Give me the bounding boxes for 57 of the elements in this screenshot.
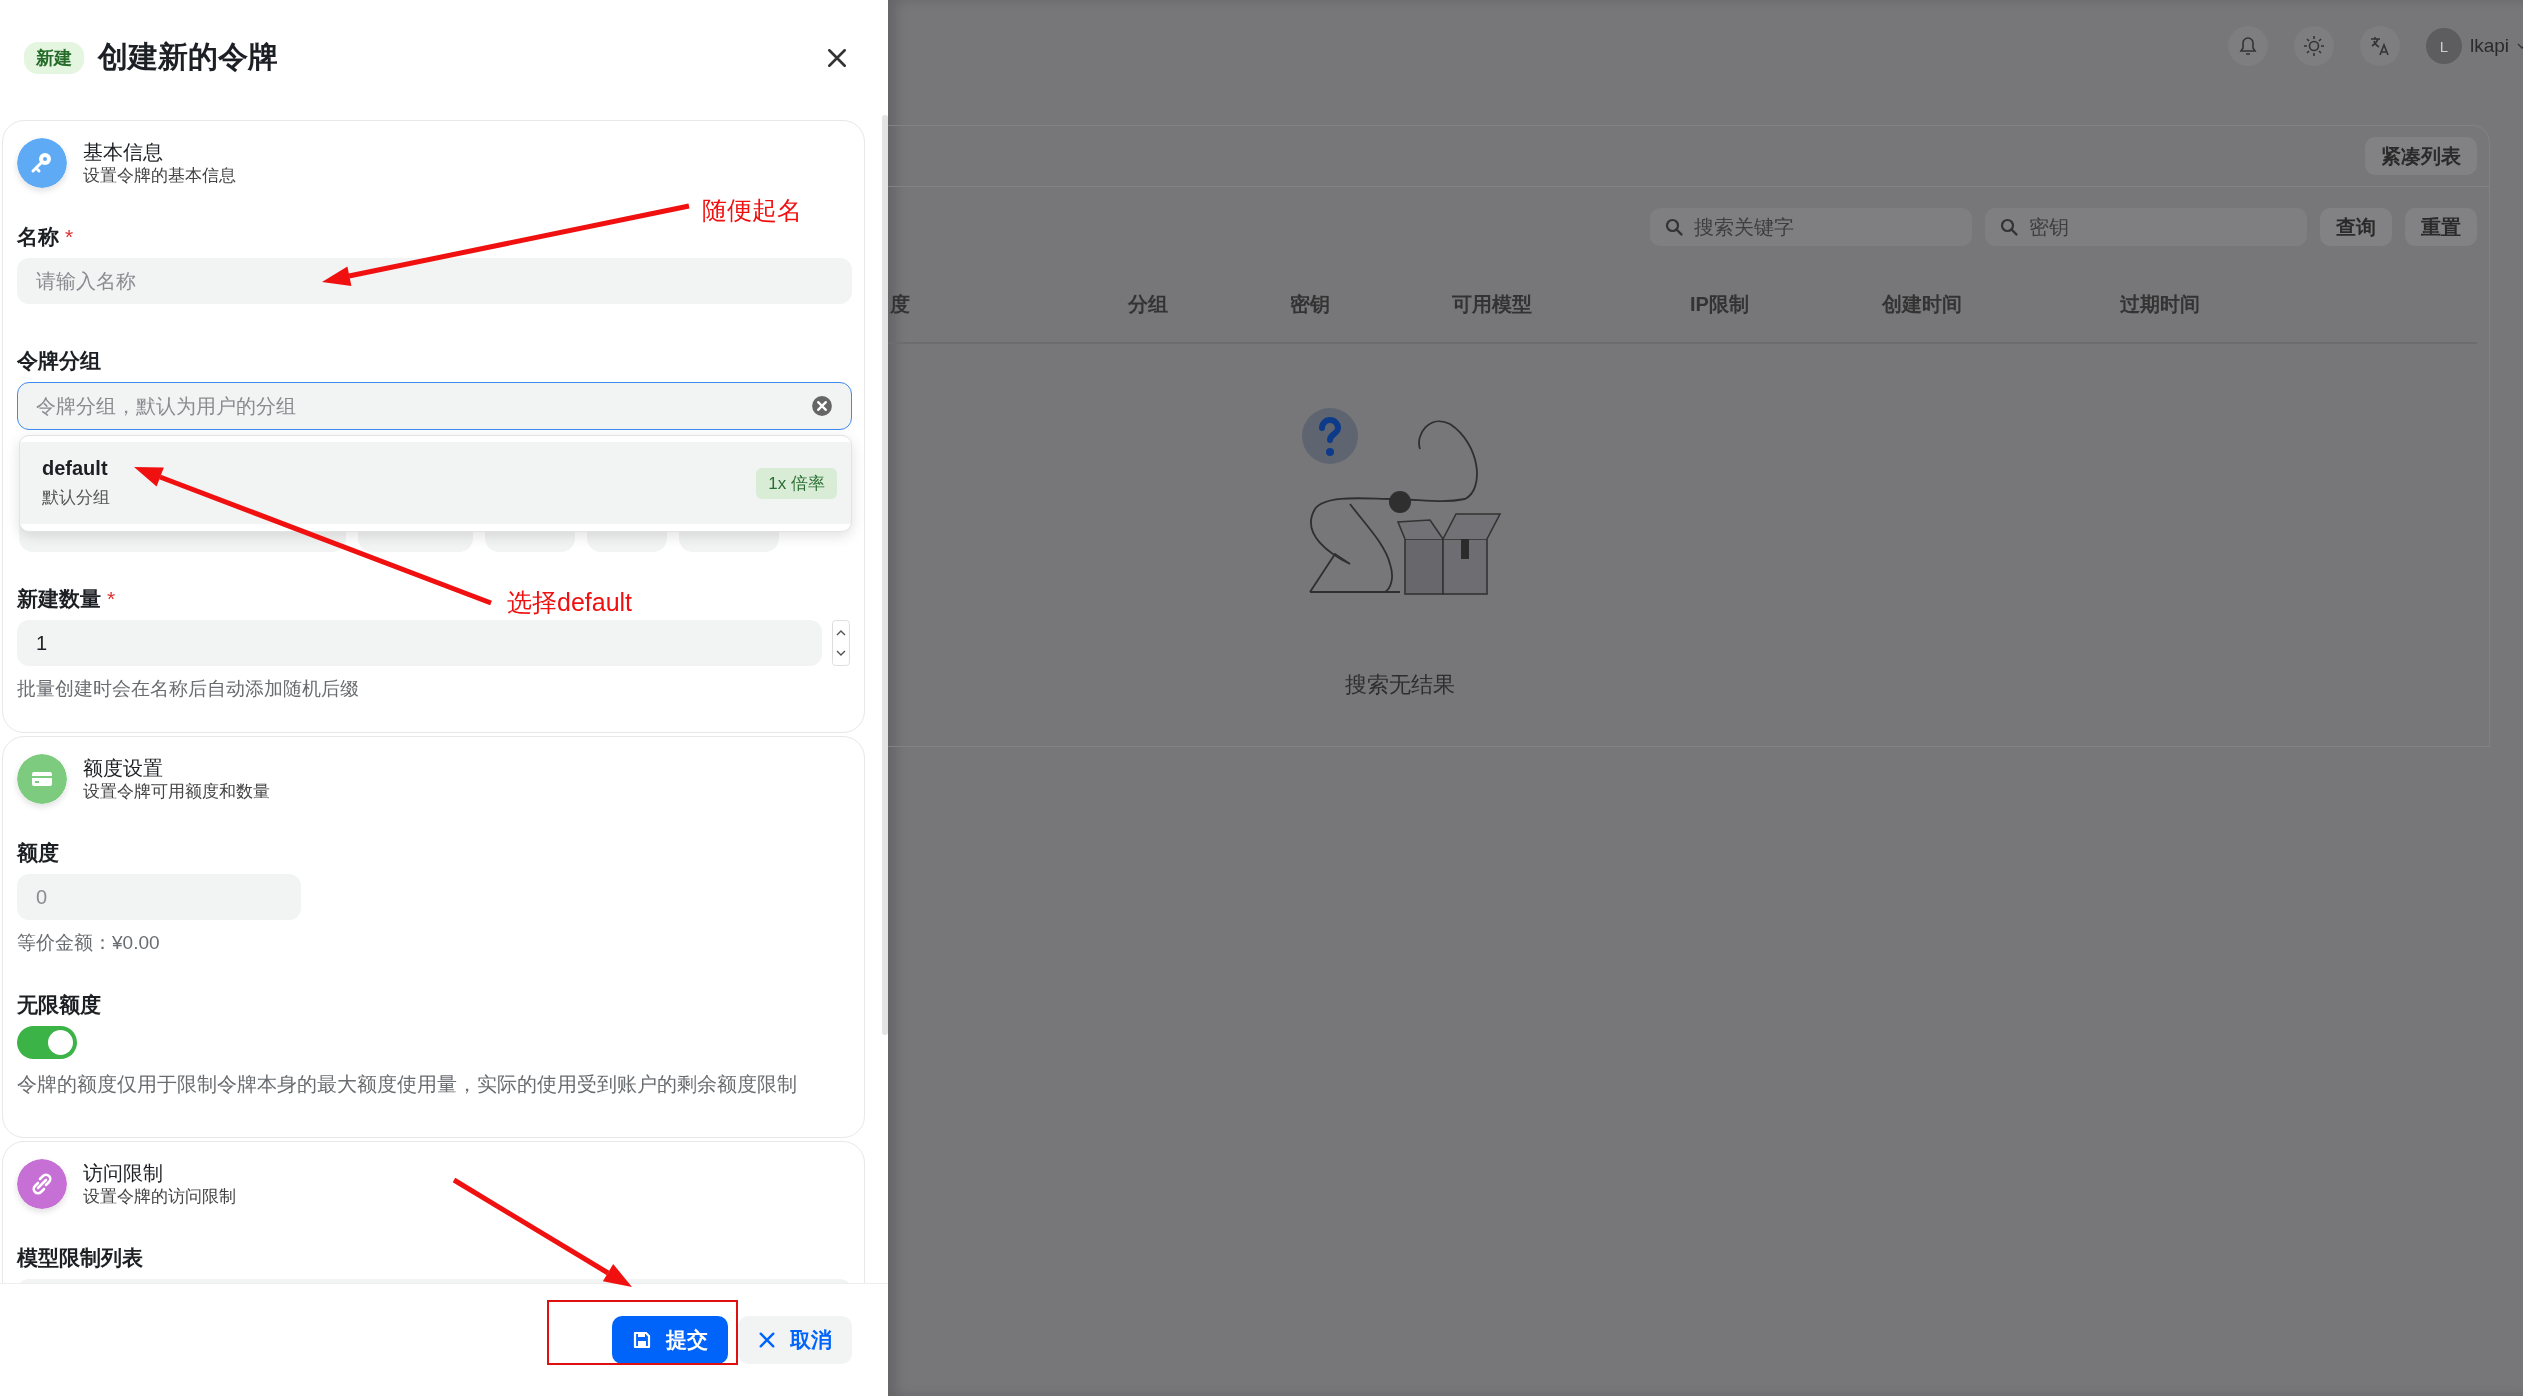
section-subtitle: 设置令牌的基本信息 xyxy=(83,165,236,187)
annotation-note: 随便起名 xyxy=(702,195,802,226)
quota-input-field[interactable]: 0 xyxy=(17,874,301,920)
dropdown-option[interactable]: default 默认分组 1x 倍率 xyxy=(20,442,851,524)
field-label: 模型限制列表 xyxy=(17,1245,143,1271)
spinner-icon[interactable] xyxy=(832,620,850,666)
drawer-title: 创建新的令牌 xyxy=(98,39,279,75)
save-icon xyxy=(632,1330,652,1350)
column-header: IP限制 xyxy=(1689,292,1750,317)
column-header: 分组 xyxy=(1127,292,1169,317)
field-label: 额度 xyxy=(17,840,59,866)
reset-button[interactable]: 重置 xyxy=(2405,208,2477,246)
field-label: 名称 xyxy=(17,224,59,250)
search-field[interactable]: 密钥 xyxy=(1985,208,2307,246)
cancel-button[interactable]: 取消 xyxy=(738,1316,852,1364)
column-header: 密钥 xyxy=(1289,292,1331,317)
empty-state-text: 搜索无结果 xyxy=(1345,671,1455,699)
search-icon xyxy=(1999,217,2019,237)
annotation-note: 选择default xyxy=(507,587,633,618)
user-avatar: L xyxy=(2425,28,2462,64)
column-header: 创建时间 xyxy=(1880,292,1963,317)
section-subtitle: 设置令牌的访问限制 xyxy=(83,1186,236,1208)
field-hint: 令牌的额度仅用于限制令牌本身的最大额度使用量，实际的使用受到账户的剩余额度限制 xyxy=(17,1072,798,1097)
sun-icon[interactable] xyxy=(2293,26,2334,66)
close-icon xyxy=(758,1331,776,1349)
ratio-tag: 1x 倍率 xyxy=(756,467,837,499)
option-description: 默认分组 xyxy=(42,487,110,509)
group-select-field[interactable]: 令牌分组，默认为用户的分组 xyxy=(17,382,852,430)
compact-list-button[interactable]: 紧凑列表 xyxy=(2365,137,2477,175)
search-field[interactable]: 搜索关键字 xyxy=(1650,208,1972,246)
clear-icon[interactable] xyxy=(811,395,833,417)
new-badge: 新建 xyxy=(24,41,84,74)
required-mark: * xyxy=(65,224,74,250)
count-input-field[interactable]: 1 xyxy=(17,620,823,666)
field-label: 新建数量 xyxy=(17,586,101,612)
search-icon xyxy=(1664,217,1684,237)
field-label: 无限额度 xyxy=(17,992,101,1018)
bell-icon[interactable] xyxy=(2227,26,2268,66)
section-title: 额度设置 xyxy=(83,756,164,781)
section-title: 访问限制 xyxy=(83,1161,164,1186)
user-menu[interactable]: L lkapi xyxy=(2425,28,2523,64)
query-button[interactable]: 查询 xyxy=(2320,208,2392,246)
close-icon[interactable] xyxy=(826,46,848,69)
section-title: 基本信息 xyxy=(83,140,164,165)
name-input-field[interactable]: 请输入名称 xyxy=(17,258,852,304)
equivalent-amount: 等价金额：¥0.00 xyxy=(17,931,161,955)
section-subtitle: 设置令牌可用额度和数量 xyxy=(83,781,270,803)
unlimited-toggle[interactable] xyxy=(17,1026,77,1059)
required-mark: * xyxy=(107,586,116,612)
submit-button[interactable]: 提交 xyxy=(612,1316,728,1364)
field-label: 令牌分组 xyxy=(17,348,101,374)
column-header: 可用模型 xyxy=(1451,292,1533,317)
option-name: default xyxy=(42,457,109,480)
field-hint: 批量创建时会在名称后自动添加随机后缀 xyxy=(17,677,360,701)
column-header: 度 xyxy=(889,292,911,317)
column-header: 过期时间 xyxy=(2119,292,2201,317)
translate-icon[interactable] xyxy=(2359,26,2400,66)
